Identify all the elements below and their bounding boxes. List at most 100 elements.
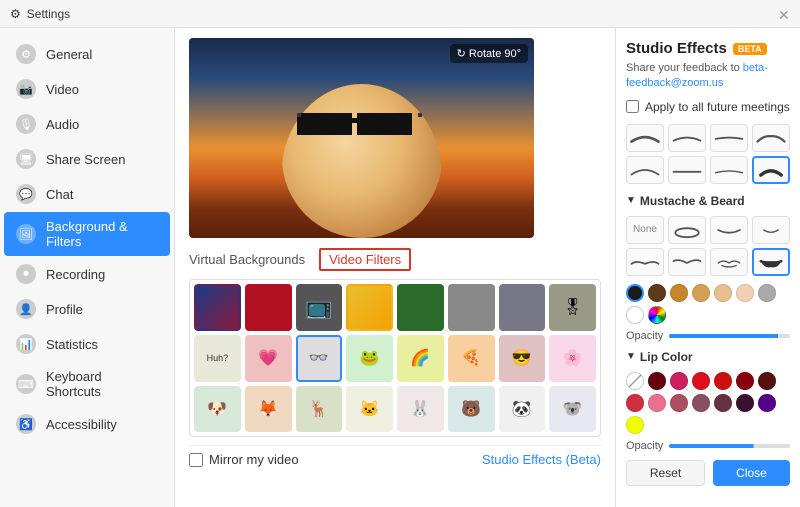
eyebrow-option[interactable] xyxy=(710,156,748,184)
sidebar-item-statistics[interactable]: 📊 Statistics xyxy=(4,327,170,361)
eyebrow-option[interactable] xyxy=(752,156,790,184)
mustache-option[interactable] xyxy=(668,248,706,276)
lip-color-swatch[interactable] xyxy=(692,372,710,390)
filter-item[interactable]: 🦌 xyxy=(296,386,343,433)
color-swatch-white[interactable] xyxy=(626,306,644,324)
eyebrow-option[interactable] xyxy=(668,124,706,152)
mustache-option[interactable] xyxy=(626,248,664,276)
sidebar-item-chat[interactable]: 💬 Chat xyxy=(4,177,170,211)
sidebar-label-keyboard-shortcuts: Keyboard Shortcuts xyxy=(46,369,158,399)
color-swatch-brown[interactable] xyxy=(670,284,688,302)
sidebar-item-audio[interactable]: 🎙 Audio xyxy=(4,107,170,141)
filter-item[interactable] xyxy=(499,284,546,331)
filter-item[interactable]: 😎 xyxy=(499,335,546,382)
mirror-video-checkbox[interactable] xyxy=(189,453,203,467)
main-container: ⚙ General 📷 Video 🎙 Audio 🖥 Share Screen… xyxy=(0,28,800,507)
mirror-video-label[interactable]: Mirror my video xyxy=(189,452,299,467)
audio-icon: 🎙 xyxy=(16,114,36,134)
filter-item[interactable]: 🐼 xyxy=(499,386,546,433)
sidebar-item-background-filters[interactable]: 🖼 Background & Filters xyxy=(4,212,170,256)
filter-item[interactable] xyxy=(245,284,292,331)
mustache-section-title: Mustache & Beard xyxy=(640,194,745,208)
lip-color-section-header[interactable]: ▼ Lip Color xyxy=(626,350,790,364)
lip-color-swatch[interactable] xyxy=(714,394,732,412)
background-filters-icon: 🖼 xyxy=(16,224,36,244)
mustache-none[interactable]: None xyxy=(626,216,664,244)
color-swatch-black[interactable] xyxy=(626,284,644,302)
filter-item[interactable]: 🌸 xyxy=(549,335,596,382)
tab-video-filters[interactable]: Video Filters xyxy=(319,248,411,271)
chat-icon: 💬 xyxy=(16,184,36,204)
sidebar: ⚙ General 📷 Video 🎙 Audio 🖥 Share Screen… xyxy=(0,28,175,507)
filter-item[interactable]: 💗 xyxy=(245,335,292,382)
lip-color-swatch[interactable] xyxy=(670,372,688,390)
mustache-option[interactable] xyxy=(668,216,706,244)
mustache-option[interactable] xyxy=(710,216,748,244)
mustache-opacity-slider[interactable] xyxy=(669,334,790,338)
rotate-button[interactable]: ↻ Rotate 90° xyxy=(450,44,528,63)
eyebrow-option[interactable] xyxy=(752,124,790,152)
filter-item[interactable]: 🐰 xyxy=(397,386,444,433)
filter-item[interactable]: 🐸 xyxy=(346,335,393,382)
sidebar-item-general[interactable]: ⚙ General xyxy=(4,37,170,71)
share-screen-icon: 🖥 xyxy=(16,149,36,169)
sidebar-item-accessibility[interactable]: ♿ Accessibility xyxy=(4,407,170,441)
sidebar-item-share-screen[interactable]: 🖥 Share Screen xyxy=(4,142,170,176)
lip-color-swatch[interactable] xyxy=(736,372,754,390)
lip-opacity-slider[interactable] xyxy=(669,444,790,448)
close-window-button[interactable]: ✕ xyxy=(778,8,790,20)
lip-color-swatch[interactable] xyxy=(714,372,732,390)
filter-item[interactable] xyxy=(346,284,393,331)
eyebrow-options xyxy=(626,124,790,184)
filter-item[interactable] xyxy=(194,284,241,331)
filter-item[interactable]: 🐨 xyxy=(549,386,596,433)
filter-item[interactable]: 🦊 xyxy=(245,386,292,433)
mustache-option[interactable] xyxy=(752,216,790,244)
filter-item[interactable]: 🐻 xyxy=(448,386,495,433)
lip-color-none[interactable] xyxy=(626,372,644,390)
color-swatch-darkbrown[interactable] xyxy=(648,284,666,302)
eyebrow-option[interactable] xyxy=(668,156,706,184)
lip-color-swatch[interactable] xyxy=(626,416,644,434)
sidebar-item-profile[interactable]: 👤 Profile xyxy=(4,292,170,326)
eyebrow-option[interactable] xyxy=(626,156,664,184)
sidebar-item-keyboard-shortcuts[interactable]: ⌨ Keyboard Shortcuts xyxy=(4,362,170,406)
lip-color-swatch[interactable] xyxy=(758,394,776,412)
lip-color-swatch[interactable] xyxy=(692,394,710,412)
tab-virtual-backgrounds[interactable]: Virtual Backgrounds xyxy=(189,252,305,267)
lip-color-swatch[interactable] xyxy=(648,394,666,412)
lip-color-swatch[interactable] xyxy=(626,394,644,412)
close-studio-button[interactable]: Close xyxy=(713,460,790,486)
mustache-option[interactable] xyxy=(752,248,790,276)
lip-color-swatch[interactable] xyxy=(736,394,754,412)
studio-effects-link[interactable]: Studio Effects (Beta) xyxy=(482,452,601,467)
eyebrow-option[interactable] xyxy=(626,124,664,152)
filter-item[interactable]: Huh? xyxy=(194,335,241,382)
filter-item[interactable]: 📺 xyxy=(296,284,343,331)
reset-button[interactable]: Reset xyxy=(626,460,705,486)
filter-item[interactable]: 🐱 xyxy=(346,386,393,433)
eyebrow-option[interactable] xyxy=(710,124,748,152)
color-swatch-blonde[interactable] xyxy=(736,284,754,302)
mustache-section-header[interactable]: ▼ Mustache & Beard xyxy=(626,194,790,208)
mustache-option[interactable] xyxy=(710,248,748,276)
lip-color-swatch[interactable] xyxy=(758,372,776,390)
filter-item[interactable] xyxy=(397,284,444,331)
color-swatch-tan[interactable] xyxy=(692,284,710,302)
filter-item[interactable]: 🍕 xyxy=(448,335,495,382)
sidebar-item-recording[interactable]: ⏺ Recording xyxy=(4,257,170,291)
sidebar-item-video[interactable]: 📷 Video xyxy=(4,72,170,106)
filter-item[interactable]: 👓 xyxy=(296,335,343,382)
color-swatch-gray[interactable] xyxy=(758,284,776,302)
filter-item[interactable]: 🎖 xyxy=(549,284,596,331)
filter-item[interactable]: 🌈 xyxy=(397,335,444,382)
filter-item[interactable]: 🐶 xyxy=(194,386,241,433)
sidebar-label-accessibility: Accessibility xyxy=(46,417,117,432)
lip-color-swatch[interactable] xyxy=(670,394,688,412)
color-swatch-light[interactable] xyxy=(714,284,732,302)
apply-all-meetings-checkbox[interactable] xyxy=(626,100,639,113)
color-swatch-rainbow[interactable] xyxy=(648,306,666,324)
lip-color-swatch[interactable] xyxy=(648,372,666,390)
sidebar-label-audio: Audio xyxy=(46,117,79,132)
filter-item[interactable] xyxy=(448,284,495,331)
